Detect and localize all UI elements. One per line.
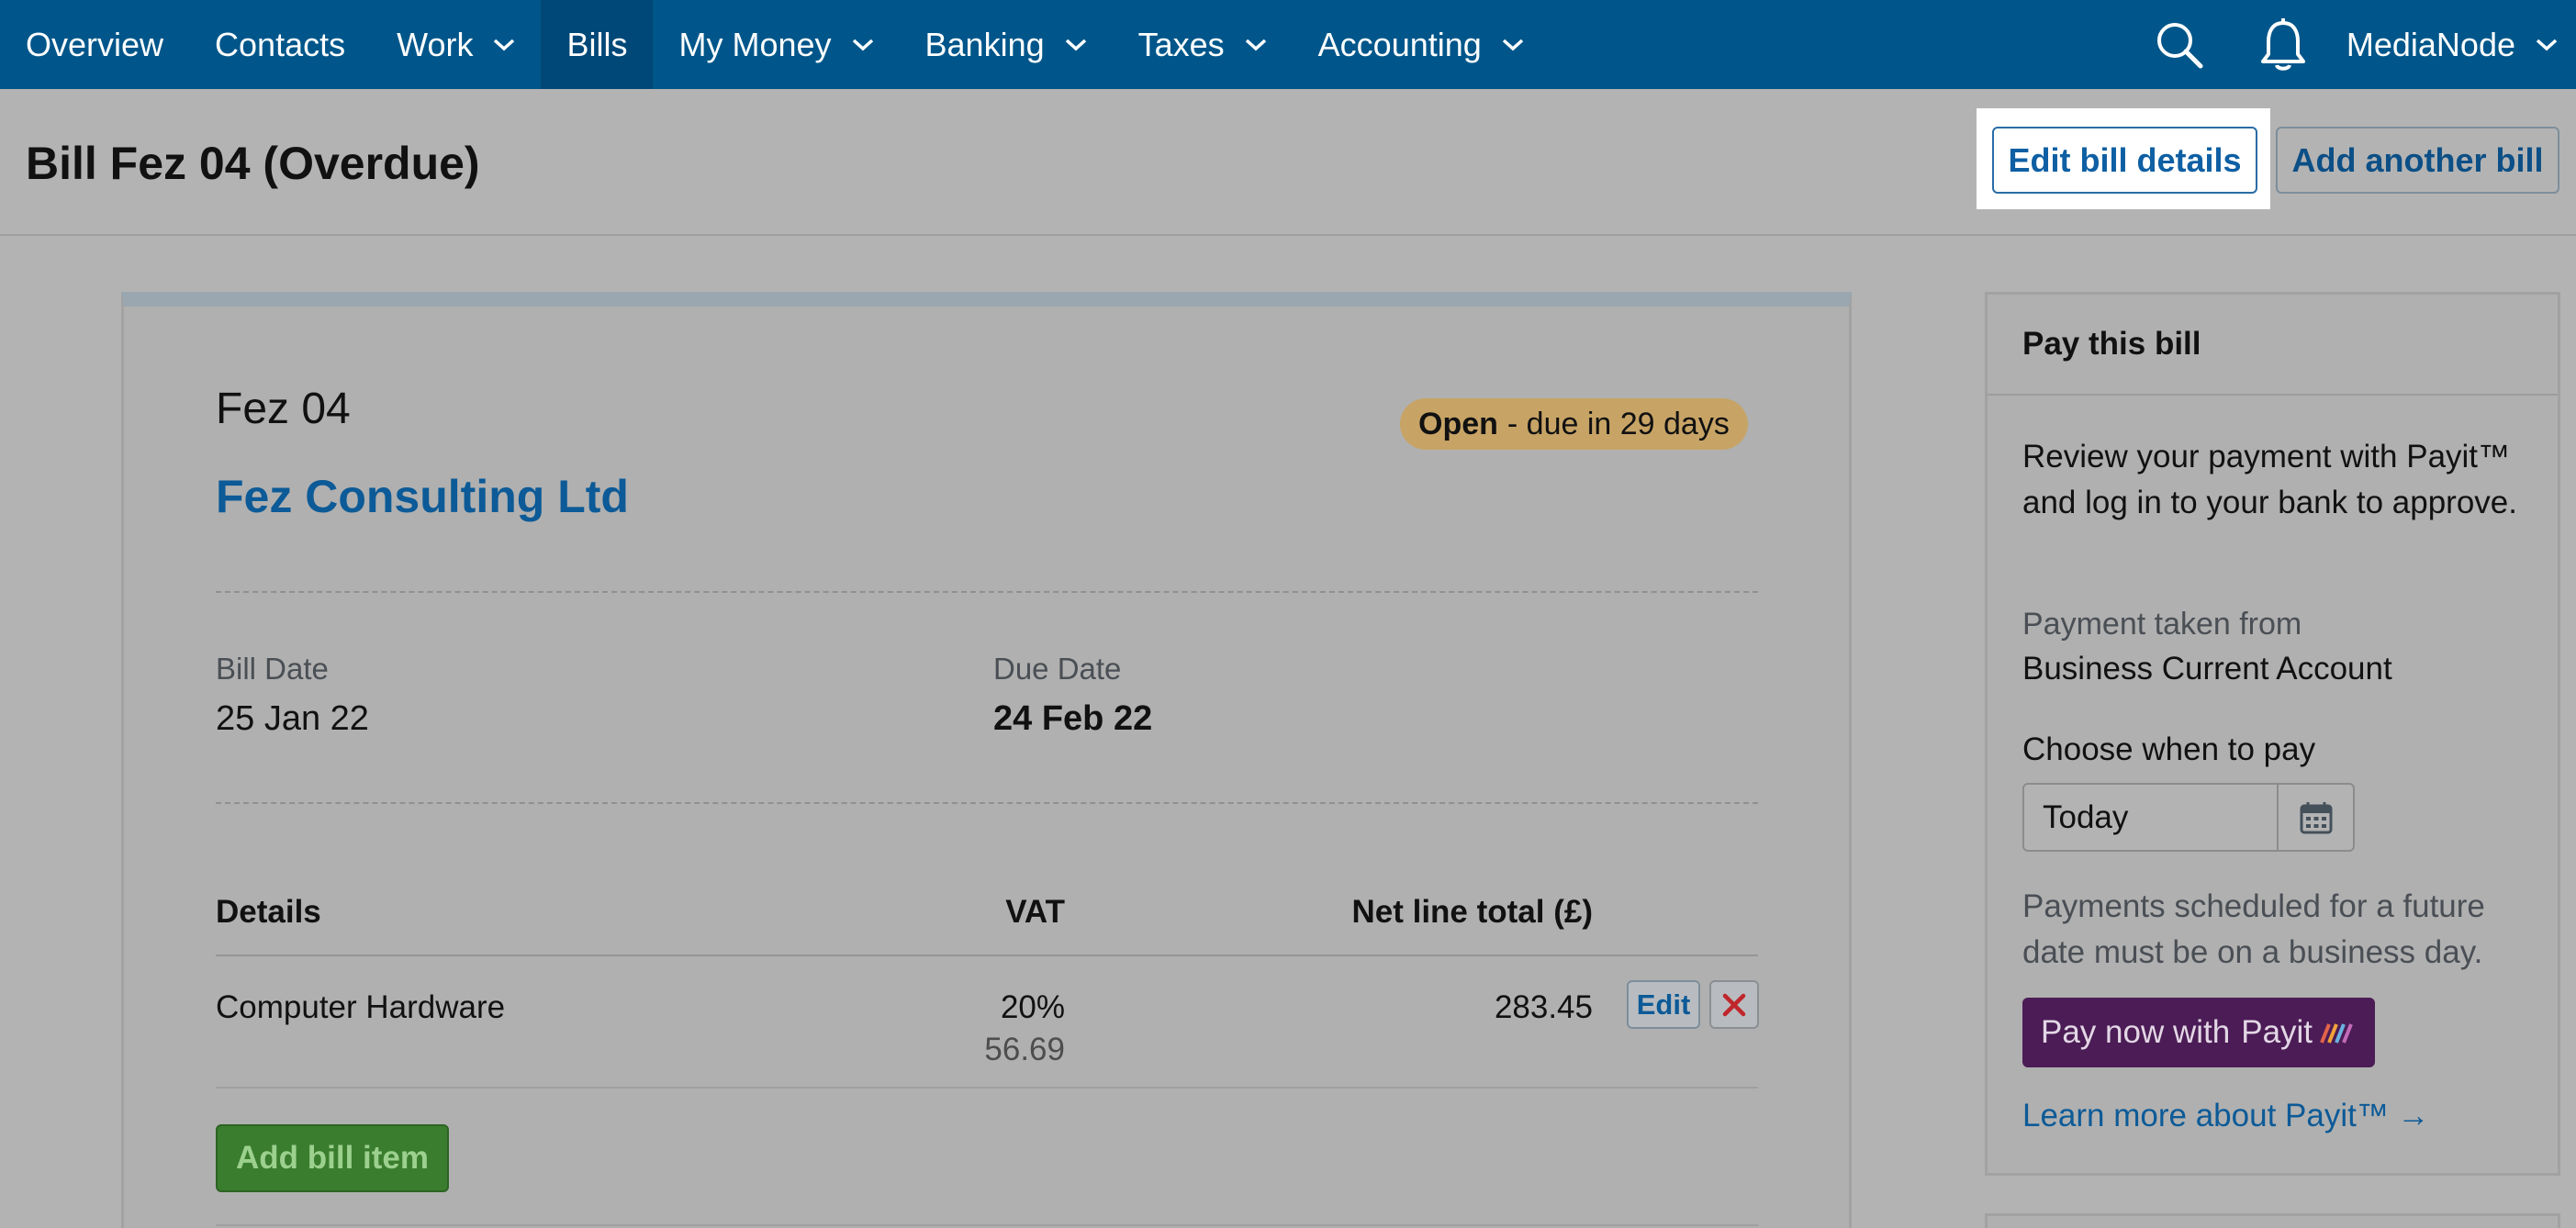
nav-item-my-money[interactable]: My Money [653,0,899,89]
pay-this-bill-panel: Pay this bill Review your payment with P… [1985,292,2560,1176]
nav-item-contacts[interactable]: Contacts [189,0,371,89]
nav-label: Work [397,25,474,63]
nav-label: Contacts [215,25,346,63]
pay-date-field: Today [2022,783,2355,852]
line-details: Computer Hardware [216,989,506,1025]
date-picker-button[interactable] [2277,785,2353,850]
business-day-note: Payments scheduled for a future date mus… [2022,888,2485,970]
divider [216,591,1758,593]
nav-item-work[interactable]: Work [371,0,541,89]
column-header-vat: VAT [1005,894,1065,930]
column-header-details: Details [216,894,321,930]
payit-logo-icon [2320,1023,2353,1044]
add-bill-item-button[interactable]: Add bill item [216,1124,449,1192]
page-header: Bill Fez 04 (Overdue) Edit bill details … [0,89,2576,236]
nav-item-accounting[interactable]: Accounting [1293,0,1550,89]
due-date-value: 24 Feb 22 [993,699,1153,738]
pay-date-input[interactable]: Today [2024,785,2277,850]
account-name: MediaNode [2346,25,2515,63]
chevron-down-icon [494,39,515,50]
nav-label: Accounting [1317,25,1482,63]
nav-item-overview[interactable]: Overview [0,0,189,89]
column-header-net-total: Net line total (£) [1351,894,1593,930]
status-label: Open [1418,406,1498,441]
pay-now-button[interactable]: Pay now with Payit [2022,998,2375,1067]
supplier-link[interactable]: Fez Consulting Ltd [216,470,629,523]
row-divider [216,1224,1758,1226]
bill-reference: Fez 04 [216,385,351,433]
chevron-down-icon [852,39,873,50]
nav-right: MediaNode [2135,0,2576,89]
edit-bill-details-button[interactable]: Edit bill details [1992,127,2257,194]
chevron-down-icon [1065,39,1086,50]
close-icon [1722,993,1746,1016]
payit-intro-text: Review your payment with Payit™ and log … [2022,439,2517,520]
chevron-down-icon [1245,39,1266,50]
line-vat-amount: 56.69 [984,1032,1065,1067]
pay-now-label: Pay now with [2041,1014,2231,1050]
nav-item-banking[interactable]: Banking [900,0,1113,89]
payment-taken-from-label: Payment taken from [2022,607,2302,642]
calendar-icon [2300,801,2332,833]
nav-label: Bills [566,25,628,63]
chevron-down-icon [2536,39,2558,50]
delete-line-button[interactable] [1709,980,1759,1029]
search-icon[interactable] [2135,0,2224,89]
chevron-down-icon [1502,39,1523,50]
status-detail: - due in 29 days [1506,406,1730,441]
payment-account: Business Current Account [2022,651,2392,687]
nav-item-taxes[interactable]: Taxes [1113,0,1293,89]
table-header-rule [216,954,1758,956]
nav-label: Taxes [1137,25,1225,63]
edit-line-button[interactable]: Edit [1627,980,1700,1029]
payit-brand: Payit [2241,1014,2313,1050]
bill-date-label: Bill Date [216,652,329,686]
page-title: Bill Fez 04 (Overdue) [26,138,480,189]
nav-item-bills[interactable]: Bills [541,0,654,89]
learn-more-payit-link[interactable]: Learn more about Payit™ → [2022,1098,2430,1134]
line-net-total: 283.45 [1494,989,1593,1025]
add-another-bill-button[interactable]: Add another bill [2276,127,2559,194]
bell-icon[interactable] [2239,0,2328,89]
top-nav: Overview Contacts Work Bills My Money Ba… [0,0,2576,89]
secondary-panel [1985,1213,2560,1228]
divider [216,802,1758,804]
bill-date-value: 25 Jan 22 [216,699,369,738]
nav-label: Banking [924,25,1045,63]
due-date-label: Due Date [993,652,1122,686]
line-vat-rate: 20% [1000,989,1065,1025]
account-menu[interactable]: MediaNode [2328,26,2576,64]
status-badge: Open - due in 29 days [1400,398,1748,450]
bill-card: Fez 04 Open - due in 29 days Fez Consult… [121,292,1852,1228]
nav-label: Overview [26,25,164,63]
row-divider [216,1087,1758,1088]
choose-when-label: Choose when to pay [2022,731,2316,767]
nav-label: My Money [678,25,832,63]
panel-title: Pay this bill [1988,295,2558,396]
